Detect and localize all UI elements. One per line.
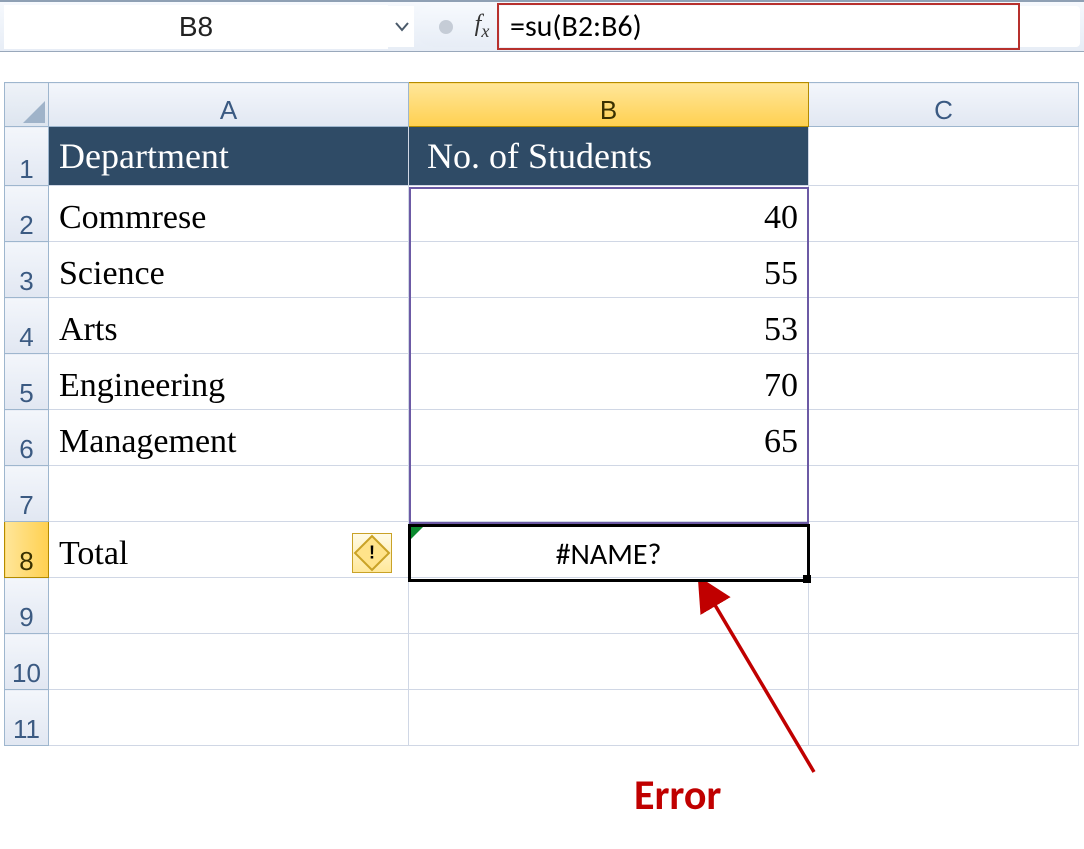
cell-C7[interactable] (809, 466, 1079, 522)
formula-input[interactable] (500, 4, 1080, 49)
worksheet: A B C 1 Department No. of Students 2 Com… (4, 82, 1084, 746)
cell-B5[interactable]: 70 (409, 354, 809, 410)
warning-diamond-icon: ! (354, 535, 391, 572)
formula-bar: fx (0, 0, 1084, 52)
row-header-5[interactable]: 5 (5, 354, 49, 410)
chevron-down-icon (395, 22, 409, 32)
col-header-A[interactable]: A (49, 83, 409, 127)
row-header-10[interactable]: 10 (5, 634, 49, 690)
cell-A11[interactable] (49, 690, 409, 746)
cell-B10[interactable] (409, 634, 809, 690)
cell-A9[interactable] (49, 578, 409, 634)
select-all-corner[interactable] (5, 83, 49, 127)
row-header-2[interactable]: 2 (5, 186, 49, 242)
cell-C10[interactable] (809, 634, 1079, 690)
row-header-11[interactable]: 11 (5, 690, 49, 746)
name-box-container (4, 6, 414, 47)
table-row: 4 Arts 53 (5, 298, 1079, 354)
cell-A2[interactable]: Commrese (49, 186, 409, 242)
table-row: 5 Engineering 70 (5, 354, 1079, 410)
cell-C9[interactable] (809, 578, 1079, 634)
cell-B9[interactable] (409, 578, 809, 634)
formula-input-container (500, 6, 1080, 47)
cell-C8[interactable] (809, 522, 1079, 578)
cancel-formula-button[interactable] (428, 8, 464, 46)
cell-B4[interactable]: 53 (409, 298, 809, 354)
cell-A3[interactable]: Science (49, 242, 409, 298)
col-header-C[interactable]: C (809, 83, 1079, 127)
table-row: 8 Total #NAME? (5, 522, 1079, 578)
cell-B2[interactable]: 40 (409, 186, 809, 242)
cell-A5[interactable]: Engineering (49, 354, 409, 410)
row-header-3[interactable]: 3 (5, 242, 49, 298)
error-annotation-label: Error (634, 770, 721, 821)
table-row: 9 (5, 578, 1079, 634)
row-header-7[interactable]: 7 (5, 466, 49, 522)
table-row: 7 (5, 466, 1079, 522)
cell-B11[interactable] (409, 690, 809, 746)
cell-B3[interactable]: 55 (409, 242, 809, 298)
name-box-dropdown[interactable] (388, 6, 414, 47)
cell-C2[interactable] (809, 186, 1079, 242)
cell-C5[interactable] (809, 354, 1079, 410)
table-row: 3 Science 55 (5, 242, 1079, 298)
table-row: 2 Commrese 40 (5, 186, 1079, 242)
cell-A10[interactable] (49, 634, 409, 690)
fx-icon: fx (475, 11, 490, 42)
col-header-B[interactable]: B (409, 83, 809, 127)
row-header-8[interactable]: 8 (5, 522, 49, 578)
circle-icon (436, 17, 456, 37)
cell-A6[interactable]: Management (49, 410, 409, 466)
name-box-input[interactable] (4, 5, 388, 49)
cell-B1[interactable]: No. of Students (409, 127, 809, 186)
cell-A7[interactable] (49, 466, 409, 522)
row-header-9[interactable]: 9 (5, 578, 49, 634)
table-row: 6 Management 65 (5, 410, 1079, 466)
cell-B8[interactable]: #NAME? (409, 522, 809, 578)
table-row: 10 (5, 634, 1079, 690)
table-row: 11 (5, 690, 1079, 746)
cell-A1[interactable]: Department (49, 127, 409, 186)
row-header-1[interactable]: 1 (5, 127, 49, 186)
cell-C4[interactable] (809, 298, 1079, 354)
column-header-row: A B C (5, 83, 1079, 127)
error-smart-tag[interactable]: ! (352, 533, 392, 573)
cell-C11[interactable] (809, 690, 1079, 746)
cell-B6[interactable]: 65 (409, 410, 809, 466)
exclamation-icon: ! (369, 543, 375, 564)
cell-A4[interactable]: Arts (49, 298, 409, 354)
insert-function-button[interactable]: fx (464, 8, 500, 46)
table-row: 1 Department No. of Students (5, 127, 1079, 186)
row-header-4[interactable]: 4 (5, 298, 49, 354)
formula-bar-controls: fx (414, 6, 500, 47)
grid-table: A B C 1 Department No. of Students 2 Com… (4, 82, 1079, 746)
cell-C1[interactable] (809, 127, 1079, 186)
cell-C3[interactable] (809, 242, 1079, 298)
cell-C6[interactable] (809, 410, 1079, 466)
row-header-6[interactable]: 6 (5, 410, 49, 466)
select-all-icon (23, 101, 45, 123)
cell-B7[interactable] (409, 466, 809, 522)
